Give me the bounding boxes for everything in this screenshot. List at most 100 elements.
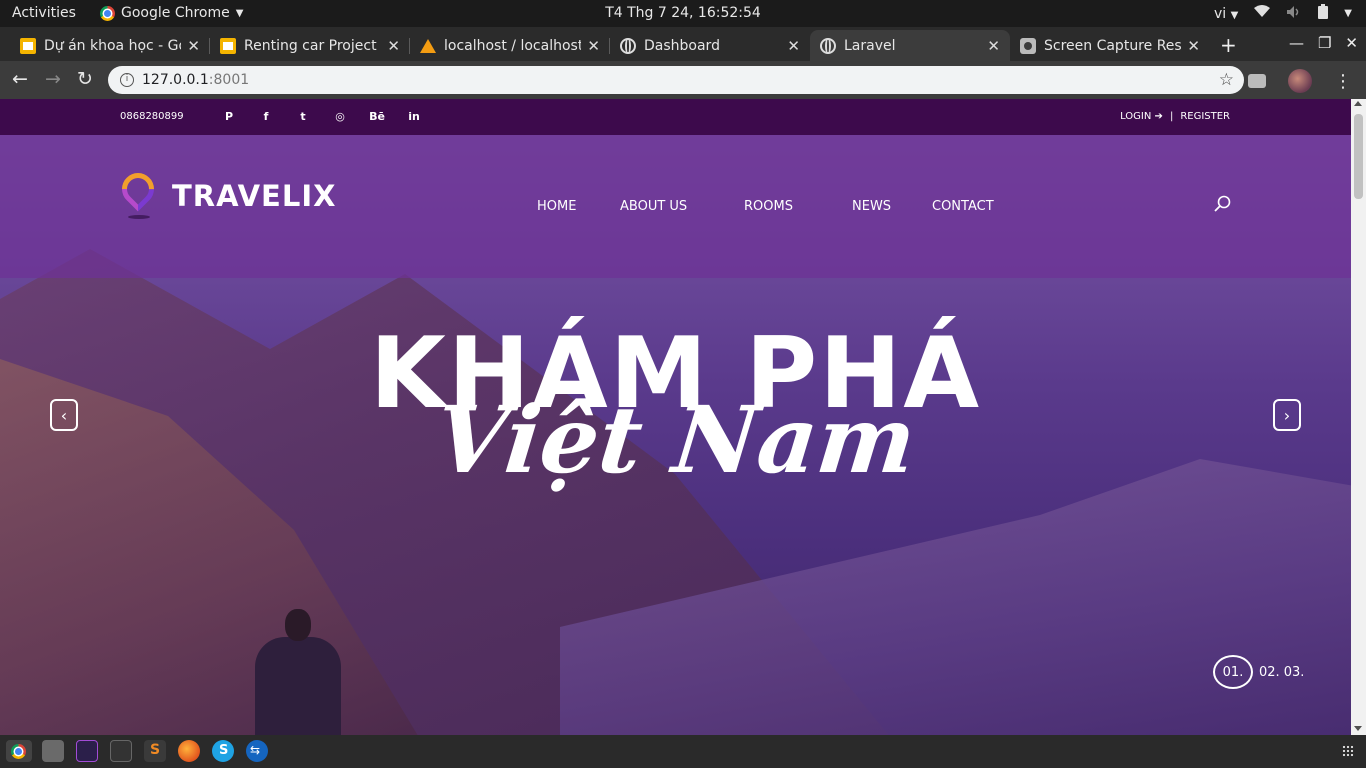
pinterest-icon[interactable]: P — [222, 109, 236, 123]
tab-label: Renting car Project — [244, 37, 377, 54]
taskbar-chrome[interactable] — [6, 740, 32, 762]
site-logo[interactable]: TRAVELIX — [115, 166, 336, 219]
show-applications-icon[interactable] — [1342, 745, 1354, 757]
phpmyadmin-icon — [420, 38, 436, 53]
linkedin-icon[interactable]: in — [407, 109, 421, 123]
caret-down-icon: ▼ — [1230, 9, 1239, 21]
back-arrow-icon[interactable]: ← — [12, 68, 28, 90]
input-language[interactable]: vi ▼ — [1214, 6, 1238, 22]
login-label: LOGIN — [1120, 111, 1152, 122]
next-slide-chevron-right-icon[interactable]: › — [1273, 399, 1301, 431]
close-icon[interactable]: ✕ — [587, 37, 600, 55]
close-icon[interactable]: ✕ — [1187, 37, 1200, 55]
sublime-text-icon[interactable]: S — [144, 740, 166, 762]
close-icon[interactable]: ✕ — [787, 37, 800, 55]
site-header: TRAVELIX HOME ABOUT US ROOMS NEWS CONTAC… — [0, 135, 1351, 278]
register-link[interactable]: REGISTER — [1180, 111, 1230, 122]
teamviewer-icon[interactable]: ⇆ — [246, 740, 268, 762]
auth-separator: | — [1169, 111, 1174, 122]
app-menu-label: Google Chrome — [121, 5, 230, 21]
tab-renting-car[interactable]: Renting car Project ✕ — [210, 30, 410, 61]
url-port: :8001 — [208, 72, 250, 88]
slide-dot-1[interactable]: 01. — [1213, 655, 1253, 689]
nav-contact[interactable]: CONTACT — [932, 199, 994, 214]
forward-arrow-icon[interactable]: → — [45, 68, 61, 90]
close-icon[interactable]: ✕ — [187, 37, 200, 55]
input-language-label: vi — [1213, 5, 1227, 22]
pin-ring — [115, 166, 161, 212]
activities-button[interactable]: Activities — [12, 5, 76, 21]
hiker-body — [255, 637, 341, 735]
caret-down-icon: ▼ — [235, 7, 244, 19]
tab-laravel[interactable]: Laravel ✕ — [810, 30, 1010, 61]
slide-dot-3[interactable]: 03. — [1284, 665, 1305, 680]
minimize-icon[interactable]: — — [1289, 34, 1304, 52]
close-icon[interactable]: ✕ — [387, 37, 400, 55]
wifi-icon[interactable] — [1254, 5, 1271, 22]
site-info-icon[interactable]: i — [120, 73, 134, 87]
close-window-icon[interactable]: ✕ — [1345, 34, 1358, 52]
prev-slide-chevron-left-icon[interactable]: ‹ — [50, 399, 78, 431]
hiker-figure — [255, 609, 341, 735]
app-menu[interactable]: Google Chrome ▼ — [100, 5, 243, 21]
slide-dot-2[interactable]: 02. — [1259, 665, 1280, 680]
browser-toolbar: ← → ↻ i 127.0.0.1:8001 ☆ ⋮ — [0, 61, 1366, 99]
nav-home[interactable]: HOME — [537, 199, 620, 214]
scroll-down-arrow-icon[interactable] — [1354, 726, 1362, 731]
screen-capture-extension-icon[interactable] — [1248, 74, 1266, 88]
restore-icon[interactable]: ❐ — [1318, 34, 1331, 52]
skype-icon[interactable]: S — [212, 740, 234, 762]
reload-icon[interactable]: ↻ — [77, 68, 93, 90]
globe-icon — [620, 37, 636, 54]
teamviewer-glyph: ⇆ — [250, 743, 261, 757]
chrome-menu-icon[interactable]: ⋮ — [1334, 71, 1352, 92]
system-tray[interactable]: vi ▼ ▼ — [1214, 4, 1352, 23]
scrollbar-thumb[interactable] — [1354, 114, 1363, 199]
login-link[interactable]: LOGIN ➔ — [1120, 111, 1163, 122]
docs-icon — [20, 37, 36, 54]
firefox-icon[interactable] — [178, 740, 200, 762]
slide-pagination: 01. 02. 03. — [1213, 655, 1308, 689]
tab-du-an-khoa-hoc[interactable]: Dự án khoa học - Go ✕ — [10, 30, 210, 61]
gnome-top-bar: Activities Google Chrome ▼ T4 Thg 7 24, … — [0, 0, 1366, 27]
files-icon[interactable] — [42, 740, 64, 762]
phpstorm-icon[interactable] — [76, 740, 98, 762]
auth-links: LOGIN ➔ | REGISTER — [1120, 111, 1230, 122]
new-tab-plus-icon[interactable]: + — [1220, 33, 1237, 57]
social-links: P f t ◎ Bē in — [222, 109, 421, 123]
tab-dashboard[interactable]: Dashboard ✕ — [610, 30, 810, 61]
phone-number: 0868280899 — [120, 111, 184, 122]
nav-rooms[interactable]: ROOMS — [744, 199, 852, 214]
terminal-icon[interactable] — [110, 740, 132, 762]
battery-icon[interactable] — [1318, 4, 1329, 23]
hiker-head — [285, 609, 311, 641]
chrome-icon — [100, 5, 115, 21]
tab-screen-capture[interactable]: Screen Capture Res ✕ — [1010, 30, 1210, 61]
taskbar: S S ⇆ — [0, 735, 1366, 768]
behance-icon[interactable]: Bē — [369, 109, 385, 123]
system-menu-caret-icon[interactable]: ▼ — [1344, 8, 1352, 19]
url-host: 127.0.0.1 — [142, 72, 209, 88]
nav-news[interactable]: NEWS — [852, 199, 932, 214]
location-pin-icon — [115, 166, 161, 219]
clock[interactable]: T4 Thg 7 24, 16:52:54 — [605, 5, 761, 21]
twitter-icon[interactable]: t — [296, 109, 310, 123]
facebook-icon[interactable]: f — [259, 109, 273, 123]
volume-icon[interactable] — [1286, 5, 1302, 23]
scroll-up-arrow-icon[interactable] — [1354, 101, 1362, 106]
tab-strip: Dự án khoa học - Go ✕ Renting car Projec… — [0, 27, 1366, 61]
address-bar[interactable]: i 127.0.0.1:8001 ☆ — [108, 66, 1244, 94]
tab-label: localhost / localhost — [444, 37, 582, 54]
search-icon[interactable] — [1214, 195, 1231, 212]
bookmark-star-icon[interactable]: ☆ — [1219, 70, 1234, 90]
nav-about-us[interactable]: ABOUT US — [620, 199, 744, 214]
close-icon[interactable]: ✕ — [987, 37, 1000, 55]
top-social-bar: 0868280899 P f t ◎ Bē in LOGIN ➔ | REGIS… — [0, 99, 1351, 135]
main-nav: HOME ABOUT US ROOMS NEWS CONTACT — [537, 199, 994, 214]
camera-icon — [1020, 37, 1036, 54]
tab-localhost[interactable]: localhost / localhost ✕ — [410, 30, 610, 61]
instagram-icon[interactable]: ◎ — [333, 109, 347, 123]
profile-avatar[interactable] — [1288, 69, 1312, 93]
tab-label: Dashboard — [644, 37, 720, 54]
vertical-scrollbar[interactable] — [1351, 99, 1366, 735]
